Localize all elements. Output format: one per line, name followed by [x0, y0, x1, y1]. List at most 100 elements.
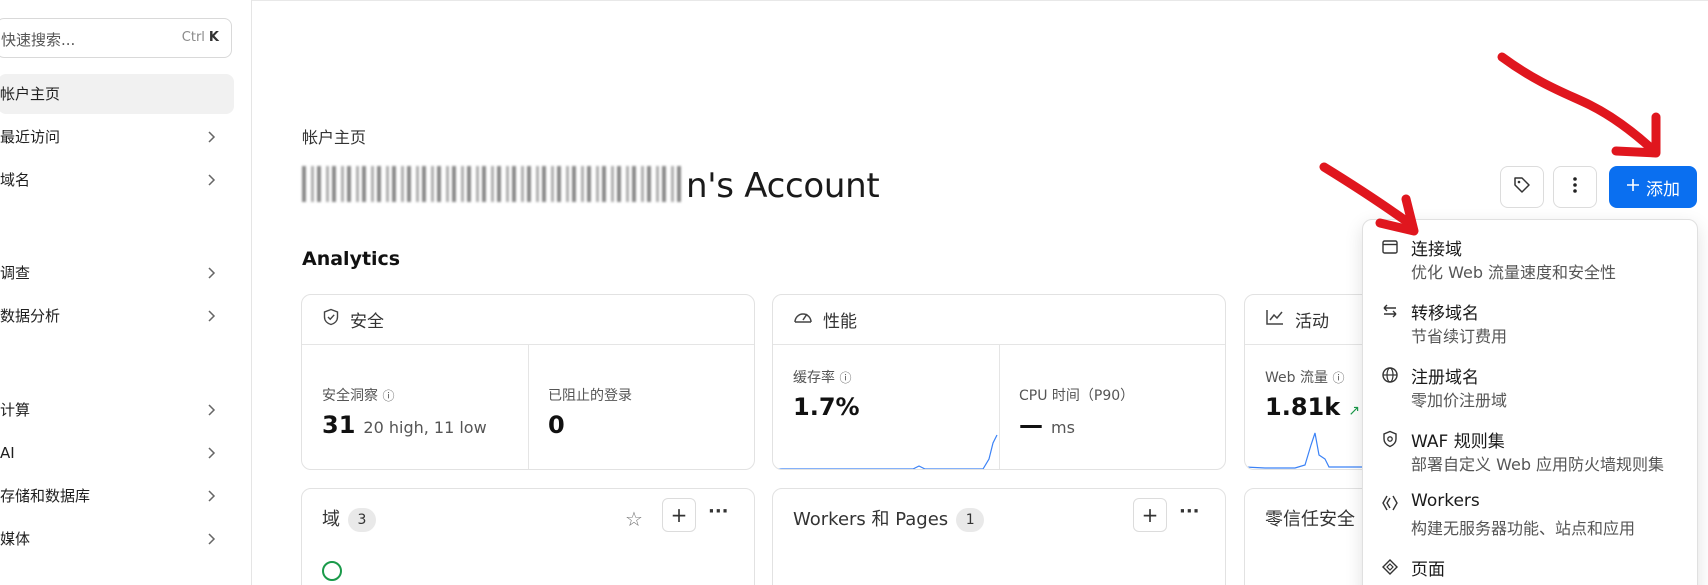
activity-card-title: 活动	[1295, 312, 1329, 332]
menu-item-pages[interactable]: 页面	[1381, 555, 1691, 585]
cache-rate-label-text: 缓存率	[793, 370, 835, 386]
more-horizontal-icon[interactable]: ···	[1179, 501, 1200, 522]
menu-item-register-domain[interactable]: 注册域名 零加价注册域	[1381, 363, 1691, 413]
menu-item-desc: 部署自定义 Web 应用防火墙规则集	[1411, 455, 1665, 474]
gauge-icon	[793, 308, 813, 331]
more-horizontal-icon[interactable]: ···	[708, 501, 729, 522]
sidebar: 快速搜索... Ctrl K 帐户主页 最近访问 域名 调查 数据分析 计算 AI	[0, 0, 252, 585]
account-title-suffix: n's Account	[686, 166, 880, 206]
cpu-time-label: CPU 时间（P90）	[1019, 388, 1135, 404]
window-icon	[1381, 238, 1399, 256]
cpu-time-value: — ms	[1019, 411, 1075, 439]
sidebar-item-media[interactable]: 媒体	[0, 519, 234, 559]
analytics-title: Analytics	[302, 248, 401, 270]
search-placeholder: 快速搜索...	[1, 31, 76, 49]
search-input[interactable]: 快速搜索... Ctrl K	[0, 18, 232, 58]
sidebar-item-compute[interactable]: 计算	[0, 390, 234, 430]
security-insights-label: 安全洞察 ⓘ	[322, 385, 394, 405]
shortcut-prefix: Ctrl	[181, 30, 205, 45]
menu-item-title: WAF 规则集	[1411, 432, 1505, 452]
sidebar-item-label: 域名	[0, 171, 31, 189]
cache-rate-value: 1.7%	[793, 393, 860, 421]
plus-icon	[1626, 177, 1640, 197]
workers-card-title: Workers 和 Pages 1	[793, 505, 985, 532]
security-insights-label-text: 安全洞察	[322, 388, 378, 404]
web-traffic-value: 1.81k ↗ 3	[1265, 393, 1373, 421]
add-button[interactable]: 添加	[1609, 166, 1697, 208]
search-shortcut: Ctrl K	[182, 30, 219, 45]
status-circle-icon	[322, 561, 342, 581]
sidebar-item-recent[interactable]: 最近访问	[0, 117, 234, 157]
sidebar-item-domains[interactable]: 域名	[0, 160, 234, 200]
plus-icon: +	[670, 503, 688, 527]
menu-item-title: 注册域名	[1411, 368, 1479, 388]
blocked-logins-value: 0	[548, 411, 565, 439]
chevron-right-icon	[204, 403, 218, 417]
menu-item-workers[interactable]: Workers 构建无服务器功能、站点和应用	[1381, 491, 1691, 541]
sidebar-item-label: 最近访问	[0, 128, 61, 146]
zero-trust-title: 零信任安全	[1265, 509, 1355, 530]
redacted-account-name	[302, 166, 684, 202]
sidebar-item-label: 存储和数据库	[0, 487, 91, 505]
performance-card-title: 性能	[823, 312, 857, 332]
add-domain-button[interactable]: +	[662, 498, 696, 532]
more-vertical-icon	[1572, 176, 1578, 198]
chevron-right-icon	[204, 309, 218, 323]
domains-title-text: 域	[322, 509, 340, 530]
menu-item-transfer-domain[interactable]: 转移域名 节省续订费用	[1381, 299, 1691, 349]
blocked-logins-metric[interactable]: 已阻止的登录 0	[528, 345, 754, 469]
chevron-right-icon	[204, 130, 218, 144]
sidebar-item-account-home[interactable]: 帐户主页	[0, 74, 234, 114]
sidebar-item-storage[interactable]: 存储和数据库	[0, 476, 234, 516]
cache-rate-metric[interactable]: 缓存率 ⓘ 1.7%	[773, 345, 999, 469]
domains-count-badge: 3	[348, 508, 376, 532]
chevron-right-icon	[204, 446, 218, 460]
menu-item-connect-domain[interactable]: 连接域 优化 Web 流量速度和安全性	[1381, 235, 1691, 285]
page-title: n's Account	[302, 166, 880, 206]
menu-item-waf-ruleset[interactable]: WAF 规则集 部署自定义 Web 应用防火墙规则集	[1381, 427, 1691, 477]
performance-card-header: 性能	[773, 295, 1225, 345]
more-options-button[interactable]	[1553, 166, 1597, 208]
menu-item-desc: 构建无服务器功能、站点和应用	[1411, 519, 1636, 538]
line-chart-icon	[1265, 308, 1285, 331]
shield-gear-icon	[1381, 430, 1399, 448]
security-card[interactable]: 安全 安全洞察 ⓘ 31 20 high, 11 low 已阻止的登录 0	[301, 294, 755, 470]
performance-card[interactable]: 性能 缓存率 ⓘ 1.7% CPU 时间（P90） — ms	[772, 294, 1226, 470]
performance-card-body: 缓存率 ⓘ 1.7% CPU 时间（P90） — ms	[773, 345, 1225, 469]
shield-check-icon	[322, 308, 340, 331]
pages-icon	[1381, 558, 1399, 576]
security-insights-number: 31	[322, 411, 356, 439]
star-icon[interactable]: ☆	[625, 507, 643, 531]
cpu-time-metric[interactable]: CPU 时间（P90） — ms	[999, 345, 1225, 469]
sidebar-item-label: 计算	[0, 401, 31, 419]
add-button-label: 添加	[1646, 179, 1680, 200]
security-card-body: 安全洞察 ⓘ 31 20 high, 11 low 已阻止的登录 0	[302, 345, 754, 469]
security-card-header: 安全	[302, 295, 754, 345]
security-insights-metric[interactable]: 安全洞察 ⓘ 31 20 high, 11 low	[302, 345, 528, 469]
shortcut-key: K	[208, 30, 219, 45]
workers-count-badge: 1	[956, 508, 985, 532]
workers-pages-card[interactable]: Workers 和 Pages 1 + ···	[772, 488, 1226, 585]
chevron-right-icon	[204, 489, 218, 503]
security-card-title: 安全	[350, 312, 384, 332]
annotation-arrow-right	[1497, 52, 1661, 158]
plus-icon: +	[1141, 503, 1159, 527]
add-worker-button[interactable]: +	[1133, 498, 1167, 532]
cache-rate-label: 缓存率 ⓘ	[793, 367, 851, 387]
blocked-logins-label: 已阻止的登录	[548, 388, 632, 404]
web-traffic-label-text: Web 流量	[1265, 370, 1328, 386]
info-icon: ⓘ	[1332, 371, 1345, 385]
sidebar-item-label: 数据分析	[0, 307, 61, 325]
chevron-right-icon	[204, 173, 218, 187]
tag-button[interactable]	[1500, 166, 1544, 208]
workers-icon	[1381, 494, 1399, 512]
sidebar-item-analytics[interactable]: 数据分析	[0, 296, 234, 336]
breadcrumb[interactable]: 帐户主页	[302, 124, 366, 148]
page: 快速搜索... Ctrl K 帐户主页 最近访问 域名 调查 数据分析 计算 AI	[0, 0, 1708, 585]
sidebar-item-ai[interactable]: AI	[0, 433, 234, 473]
domains-card[interactable]: 域3 ☆ + ···	[301, 488, 755, 585]
domains-card-title: 域3	[322, 505, 376, 532]
globe-icon	[1381, 366, 1399, 384]
sidebar-item-investigate[interactable]: 调查	[0, 253, 234, 293]
sidebar-item-label: AI	[0, 444, 15, 462]
